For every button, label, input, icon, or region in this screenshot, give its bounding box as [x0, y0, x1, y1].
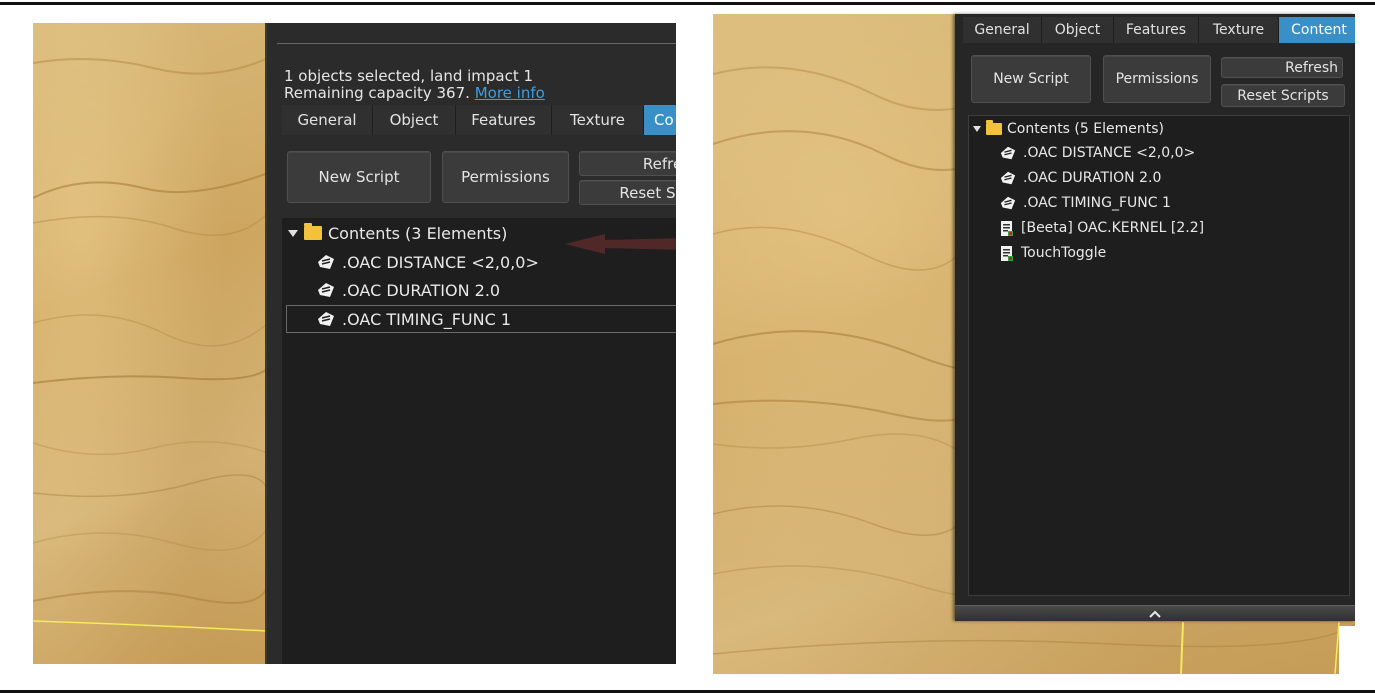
contents-folder-row[interactable]: Contents (5 Elements)	[973, 118, 1164, 140]
notecard-icon	[316, 281, 336, 299]
more-info-link[interactable]: More info	[475, 84, 545, 102]
selection-info: 1 objects selected, land impact 1	[284, 67, 534, 85]
list-item[interactable]: .OAC TIMING_FUNC 1	[316, 307, 511, 331]
permissions-button[interactable]: Permissions	[442, 151, 569, 203]
item-label: .OAC DISTANCE <2,0,0>	[342, 252, 539, 272]
script-icon	[999, 220, 1015, 237]
divider	[277, 43, 676, 44]
contents-header: Contents (5 Elements)	[1007, 121, 1164, 137]
item-label: .OAC DISTANCE <2,0,0>	[1023, 145, 1196, 161]
tab-content[interactable]: Content	[1279, 17, 1355, 43]
new-script-button[interactable]: New Script	[971, 55, 1091, 103]
list-item[interactable]: .OAC DURATION 2.0	[316, 278, 500, 302]
build-floater-right: General Object Features Texture Content …	[955, 14, 1355, 621]
chevron-up-icon[interactable]	[1148, 610, 1162, 619]
notecard-icon	[999, 195, 1017, 211]
tab-bar: General Object Features Texture Content	[963, 17, 1355, 43]
permissions-button[interactable]: Permissions	[1103, 55, 1211, 103]
tab-features[interactable]: Features	[1114, 17, 1199, 43]
wood-grain	[33, 57, 268, 632]
top-border	[0, 2, 1375, 5]
list-item[interactable]: .OAC DISTANCE <2,0,0>	[999, 141, 1195, 165]
tab-object[interactable]: Object	[373, 105, 456, 135]
item-label: .OAC DURATION 2.0	[1023, 170, 1162, 186]
new-script-button[interactable]: New Script	[287, 151, 431, 203]
expand-triangle-icon[interactable]	[288, 229, 298, 237]
contents-folder-row[interactable]: Contents (3 Elements)	[288, 222, 507, 244]
item-label: .OAC DURATION 2.0	[342, 280, 501, 300]
contents-header: Contents (3 Elements)	[328, 223, 508, 243]
folder-icon	[304, 223, 322, 240]
red-arrow-icon	[565, 234, 676, 254]
tab-content[interactable]: Co	[644, 105, 676, 135]
build-floater-left: 1 objects selected, land impact 1 Remain…	[265, 23, 676, 664]
reset-scripts-button[interactable]: Reset Scr	[579, 180, 676, 205]
refresh-button[interactable]: Refresh	[1221, 57, 1343, 78]
tab-texture[interactable]: Texture	[552, 105, 644, 135]
bottom-border	[0, 690, 1375, 693]
list-item[interactable]: .OAC TIMING_FUNC 1	[999, 191, 1171, 215]
item-label: [Beeta] OAC.KERNEL [2.2]	[1021, 220, 1205, 236]
tab-general[interactable]: General	[963, 17, 1042, 43]
item-label: .OAC TIMING_FUNC 1	[342, 309, 512, 329]
notecard-icon	[999, 145, 1017, 161]
script-icon	[999, 245, 1015, 262]
list-item[interactable]: [Beeta] OAC.KERNEL [2.2]	[999, 216, 1204, 240]
collapse-handle[interactable]	[955, 605, 1355, 621]
capacity-text: Remaining capacity 367.	[284, 84, 470, 102]
tab-general[interactable]: General	[282, 105, 373, 135]
list-item[interactable]: TouchToggle	[999, 241, 1106, 265]
tab-bar: General Object Features Texture Co	[282, 105, 676, 135]
expand-triangle-icon[interactable]	[973, 126, 981, 132]
contents-list[interactable]: Contents (5 Elements) .OAC DISTANCE <2,0…	[968, 115, 1350, 596]
wood-surface-left	[33, 23, 268, 664]
item-label: .OAC TIMING_FUNC 1	[1023, 195, 1171, 211]
list-item[interactable]: .OAC DURATION 2.0	[999, 166, 1161, 190]
reset-scripts-button[interactable]: Reset Scripts	[1221, 84, 1345, 107]
notecard-icon	[999, 170, 1017, 186]
tab-features[interactable]: Features	[456, 105, 552, 135]
notecard-icon	[316, 253, 336, 271]
refresh-button[interactable]: Refres	[579, 151, 676, 176]
folder-icon	[986, 120, 1002, 135]
tab-object[interactable]: Object	[1042, 17, 1114, 43]
list-item[interactable]: .OAC DISTANCE <2,0,0>	[316, 250, 539, 274]
notecard-icon	[316, 310, 336, 328]
tab-texture[interactable]: Texture	[1199, 17, 1279, 43]
capacity-info: Remaining capacity 367. More info	[284, 85, 545, 102]
contents-list[interactable]: Contents (3 Elements) .OAC DISTANCE <2,0…	[282, 218, 676, 664]
item-label: TouchToggle	[1021, 245, 1107, 261]
